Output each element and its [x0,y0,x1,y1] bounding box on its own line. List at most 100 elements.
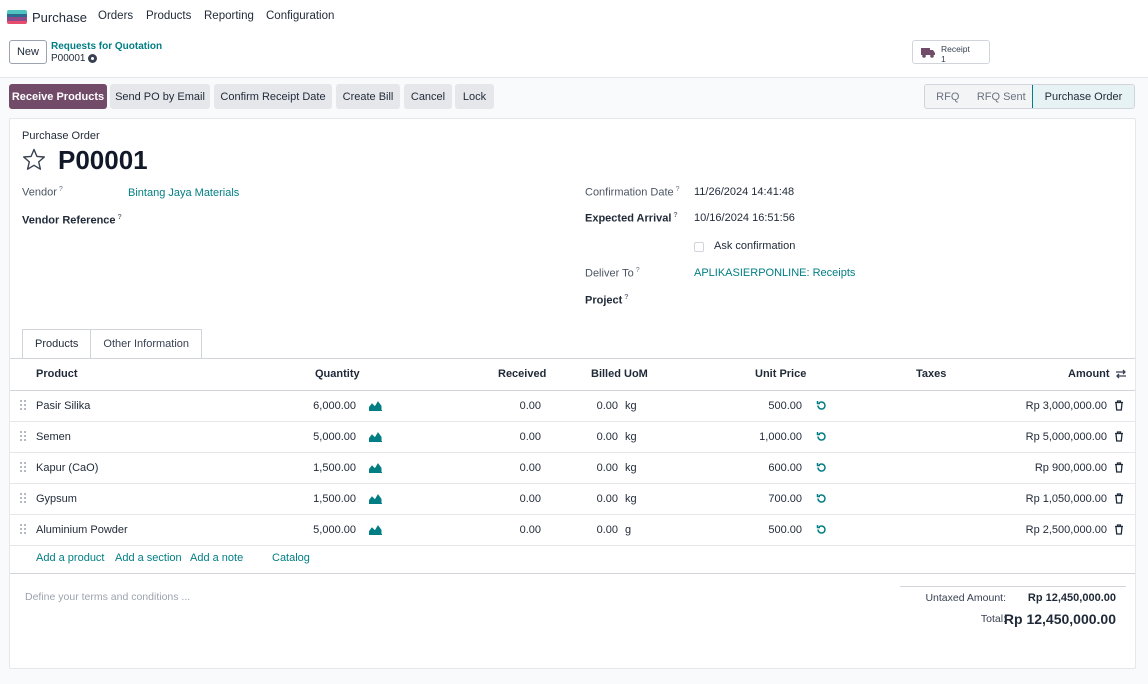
product-cell[interactable]: Gypsum [36,493,77,505]
deliver-to-field[interactable]: APLIKASIERPONLINE: Receipts [694,267,855,279]
quantity-cell[interactable]: 6,000.00 [313,400,356,412]
reset-price-icon[interactable] [816,431,827,442]
forecast-chart-icon[interactable] [369,494,382,504]
billed-cell[interactable]: 0.00 [597,462,618,474]
optional-columns-icon[interactable] [1115,368,1127,380]
col-product[interactable]: Product [36,368,78,380]
terms-conditions-input[interactable]: Define your terms and conditions ... [25,591,190,603]
expected-arrival-field[interactable]: 10/16/2024 16:51:56 [694,212,795,224]
table-row[interactable]: Kapur (CaO) 1,500.00 0.00 0.00 kg 600.00… [10,453,1135,484]
send-po-by-email-button[interactable]: Send PO by Email [110,84,210,109]
reset-price-icon[interactable] [816,462,827,473]
add-section-link[interactable]: Add a section [115,552,182,564]
billed-cell[interactable]: 0.00 [597,524,618,536]
uom-cell[interactable]: kg [625,431,637,443]
gear-icon[interactable] [88,54,98,63]
trash-icon[interactable] [1114,524,1124,535]
product-cell[interactable]: Semen [36,431,71,443]
unit-price-cell[interactable]: 700.00 [768,493,802,505]
trash-icon[interactable] [1114,462,1124,473]
confirm-receipt-date-button[interactable]: Confirm Receipt Date [214,84,332,109]
table-row[interactable]: Pasir Silika 6,000.00 0.00 0.00 kg 500.0… [10,391,1135,422]
received-cell[interactable]: 0.00 [520,493,541,505]
star-icon[interactable] [22,148,46,171]
purchase-app-icon[interactable] [7,10,27,24]
vendor-field[interactable]: Bintang Jaya Materials [128,187,239,199]
quantity-cell[interactable]: 1,500.00 [313,462,356,474]
table-row[interactable]: Gypsum 1,500.00 0.00 0.00 kg 700.00 Rp 1… [10,484,1135,515]
col-billed[interactable]: Billed [591,368,621,380]
product-cell[interactable]: Aluminium Powder [36,524,128,536]
confirmation-date-field[interactable]: 11/26/2024 14:41:48 [694,186,794,198]
breadcrumb-parent[interactable]: Requests for Quotation [51,41,162,52]
col-amount[interactable]: Amount [1068,368,1110,380]
quantity-cell[interactable]: 1,500.00 [313,493,356,505]
col-quantity[interactable]: Quantity [315,368,360,380]
new-button[interactable]: New [9,40,47,64]
add-product-link[interactable]: Add a product [36,552,105,564]
uom-cell[interactable]: kg [625,400,637,412]
stage-rfq[interactable]: RFQ [925,85,971,108]
trash-icon[interactable] [1114,431,1124,442]
table-row[interactable]: Aluminium Powder 5,000.00 0.00 0.00 g 50… [10,515,1135,546]
col-unit-price[interactable]: Unit Price [755,368,806,380]
unit-price-cell[interactable]: 500.00 [768,400,802,412]
stage-rfq-sent[interactable]: RFQ Sent [971,85,1032,108]
unit-price-cell[interactable]: 600.00 [768,462,802,474]
add-note-link[interactable]: Add a note [190,552,243,564]
app-name[interactable]: Purchase [32,10,87,25]
received-cell[interactable]: 0.00 [520,524,541,536]
create-bill-button[interactable]: Create Bill [336,84,400,109]
product-cell[interactable]: Pasir Silika [36,400,90,412]
tab-products[interactable]: Products [22,329,92,359]
drag-handle-icon[interactable] [20,493,26,505]
breadcrumb-current: P00001 [51,53,98,64]
table-row[interactable]: Semen 5,000.00 0.00 0.00 kg 1,000.00 Rp … [10,422,1135,453]
receipt-smart-button[interactable]: Receipt 1 [912,40,990,64]
col-received[interactable]: Received [498,368,546,380]
amount-cell: Rp 900,000.00 [1034,462,1107,474]
tab-other-information[interactable]: Other Information [91,329,203,359]
uom-cell[interactable]: g [625,524,631,536]
receipt-label: Receipt 1 [941,44,970,64]
unit-price-cell[interactable]: 1,000.00 [759,431,802,443]
drag-handle-icon[interactable] [20,462,26,474]
forecast-chart-icon[interactable] [369,432,382,442]
drag-handle-icon[interactable] [20,524,26,536]
receive-products-button[interactable]: Receive Products [9,84,107,109]
received-cell[interactable]: 0.00 [520,431,541,443]
uom-cell[interactable]: kg [625,493,637,505]
reset-price-icon[interactable] [816,493,827,504]
reset-price-icon[interactable] [816,400,827,411]
trash-icon[interactable] [1114,400,1124,411]
quantity-cell[interactable]: 5,000.00 [313,524,356,536]
forecast-chart-icon[interactable] [369,401,382,411]
lock-button[interactable]: Lock [455,84,494,109]
ask-confirmation-checkbox[interactable] [694,242,704,252]
forecast-chart-icon[interactable] [369,525,382,535]
trash-icon[interactable] [1114,493,1124,504]
menu-orders[interactable]: Orders [98,10,133,22]
menu-products[interactable]: Products [146,10,191,22]
billed-cell[interactable]: 0.00 [597,431,618,443]
amount-cell: Rp 3,000,000.00 [1025,400,1107,412]
billed-cell[interactable]: 0.00 [597,400,618,412]
unit-price-cell[interactable]: 500.00 [768,524,802,536]
uom-cell[interactable]: kg [625,462,637,474]
menu-reporting[interactable]: Reporting [204,10,254,22]
col-uom[interactable]: UoM [624,368,648,380]
drag-handle-icon[interactable] [20,431,26,443]
cancel-button[interactable]: Cancel [404,84,452,109]
menu-configuration[interactable]: Configuration [266,10,334,22]
drag-handle-icon[interactable] [20,400,26,412]
stage-purchase-order[interactable]: Purchase Order [1031,85,1134,108]
product-cell[interactable]: Kapur (CaO) [36,462,98,474]
col-taxes[interactable]: Taxes [916,368,946,380]
billed-cell[interactable]: 0.00 [597,493,618,505]
catalog-link[interactable]: Catalog [272,552,310,564]
forecast-chart-icon[interactable] [369,463,382,473]
quantity-cell[interactable]: 5,000.00 [313,431,356,443]
reset-price-icon[interactable] [816,524,827,535]
received-cell[interactable]: 0.00 [520,462,541,474]
received-cell[interactable]: 0.00 [520,400,541,412]
